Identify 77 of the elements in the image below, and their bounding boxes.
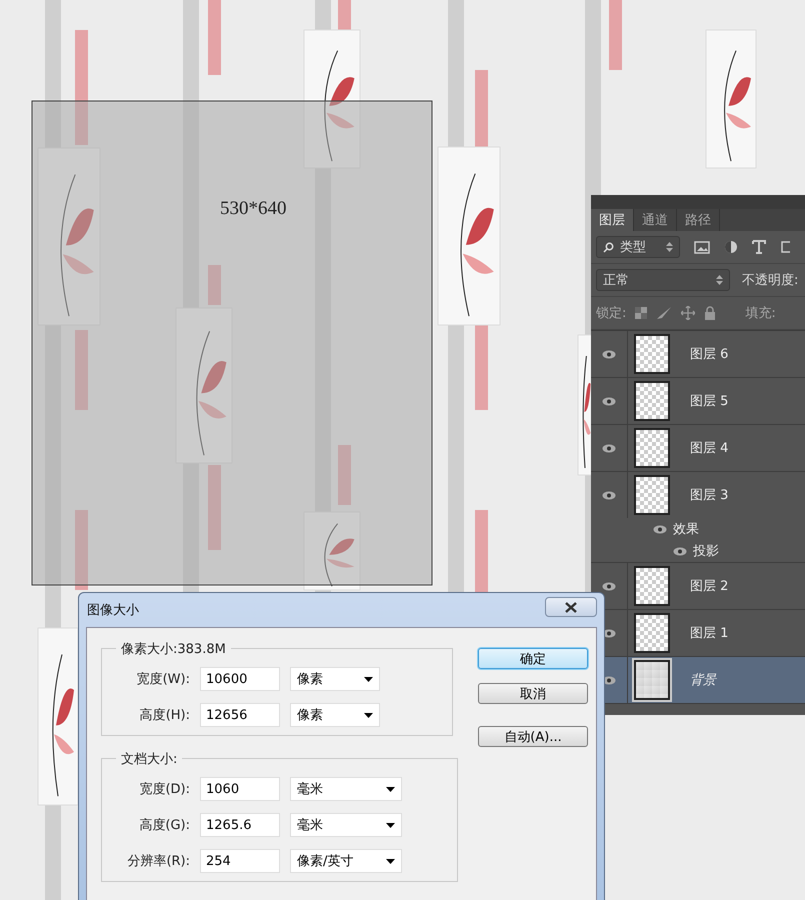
dropdown-arrow-icon: [364, 712, 373, 718]
dropdown-arrow-icon: [386, 858, 395, 864]
dropdown-arrow-icon: [364, 676, 373, 682]
dialog-button[interactable]: 确定: [478, 648, 588, 669]
dropdown-arrow-icon: [386, 786, 395, 792]
close-button[interactable]: [545, 597, 597, 617]
layer-name: 图层 3: [690, 487, 728, 504]
number-field[interactable]: 10600: [200, 667, 280, 691]
layer-row[interactable]: 图层 4: [591, 425, 805, 472]
text-icon[interactable]: [752, 240, 766, 254]
layer-name: 图层 5: [690, 393, 728, 410]
stripe: [208, 265, 221, 305]
brush-icon[interactable]: [656, 306, 672, 320]
layer-thumbnail: [634, 381, 670, 421]
field-label: 分辨率(R):: [126, 853, 190, 870]
field-label: 高度(G):: [138, 817, 190, 834]
opacity-label: 不透明度:: [742, 272, 798, 289]
layer-thumbnail: [634, 475, 670, 515]
eye-icon[interactable]: [602, 582, 616, 590]
field-label: 宽度(W):: [136, 671, 190, 688]
image-icon[interactable]: [694, 240, 710, 254]
fill-label: 填充:: [745, 305, 776, 322]
move-icon[interactable]: [681, 306, 696, 320]
panel-tab[interactable]: 图层: [591, 209, 634, 231]
number-field[interactable]: 1060: [200, 777, 280, 801]
layer-name: 图层 1: [690, 625, 728, 642]
dialog-button[interactable]: 取消: [478, 683, 588, 704]
layer-thumbnail: [634, 334, 670, 374]
eye-icon[interactable]: [602, 396, 616, 406]
effects-label: 效果: [673, 521, 699, 538]
unit-dropdown[interactable]: 像素/英寸: [290, 849, 402, 873]
layer-thumbnail: [634, 660, 670, 700]
layer-row[interactable]: 图层 5: [591, 378, 805, 425]
filter-dropdown[interactable]: 类型: [596, 236, 680, 258]
up-down-arrows-icon: [716, 275, 723, 285]
search-icon: [603, 242, 614, 252]
up-down-arrows-icon: [666, 242, 673, 252]
eye-icon[interactable]: [653, 524, 667, 534]
eye-icon[interactable]: [602, 444, 616, 452]
unit-dropdown[interactable]: 毫米: [290, 813, 402, 837]
unit-dropdown[interactable]: 像素: [290, 667, 380, 691]
unit-dropdown[interactable]: 毫米: [290, 777, 402, 801]
eye-icon[interactable]: [602, 490, 616, 500]
field-label: 高度(H):: [138, 707, 190, 724]
group-legend: 文档大小:: [116, 750, 182, 768]
checkerboard-icon[interactable]: [635, 307, 648, 319]
layer-row[interactable]: 图层 3 效果 投影: [591, 472, 805, 563]
layer-name: 图层 4: [690, 440, 728, 457]
layer-thumbnail: [634, 613, 670, 653]
eye-icon[interactable]: [673, 546, 687, 556]
canvas-size-label: 530*640: [220, 198, 286, 220]
layer-name: 图层 2: [690, 578, 728, 595]
blend-mode-dropdown[interactable]: 正常: [596, 269, 730, 291]
dropdown-arrow-icon: [386, 822, 395, 828]
layer-thumbnail: [634, 428, 670, 468]
layer-row[interactable]: 图层 6: [591, 331, 805, 378]
number-field[interactable]: 254: [200, 849, 280, 873]
layer-name: 图层 6: [690, 346, 728, 363]
stripe: [609, 0, 622, 70]
close-icon: [565, 602, 577, 612]
effect-name: 投影: [693, 543, 719, 560]
layer-name: 背景: [690, 672, 716, 689]
shape-icon[interactable]: [780, 240, 790, 254]
unit-dropdown[interactable]: 像素: [290, 703, 380, 727]
group-legend: 像素大小:383.8M: [116, 640, 231, 658]
lock-label: 锁定:: [596, 305, 626, 322]
dialog-title: 图像大小: [87, 602, 139, 619]
dialog-button[interactable]: 自动(A)...: [478, 726, 588, 747]
eye-icon[interactable]: [602, 350, 616, 358]
layer-thumbnail: [634, 566, 670, 606]
number-field[interactable]: 1265.6: [200, 813, 280, 837]
lock-icon[interactable]: [704, 306, 716, 320]
number-field[interactable]: 12656: [200, 703, 280, 727]
stripe: [338, 445, 351, 505]
half-circle-icon[interactable]: [724, 240, 738, 254]
stripe: [338, 0, 351, 30]
field-label: 宽度(D):: [138, 781, 190, 798]
